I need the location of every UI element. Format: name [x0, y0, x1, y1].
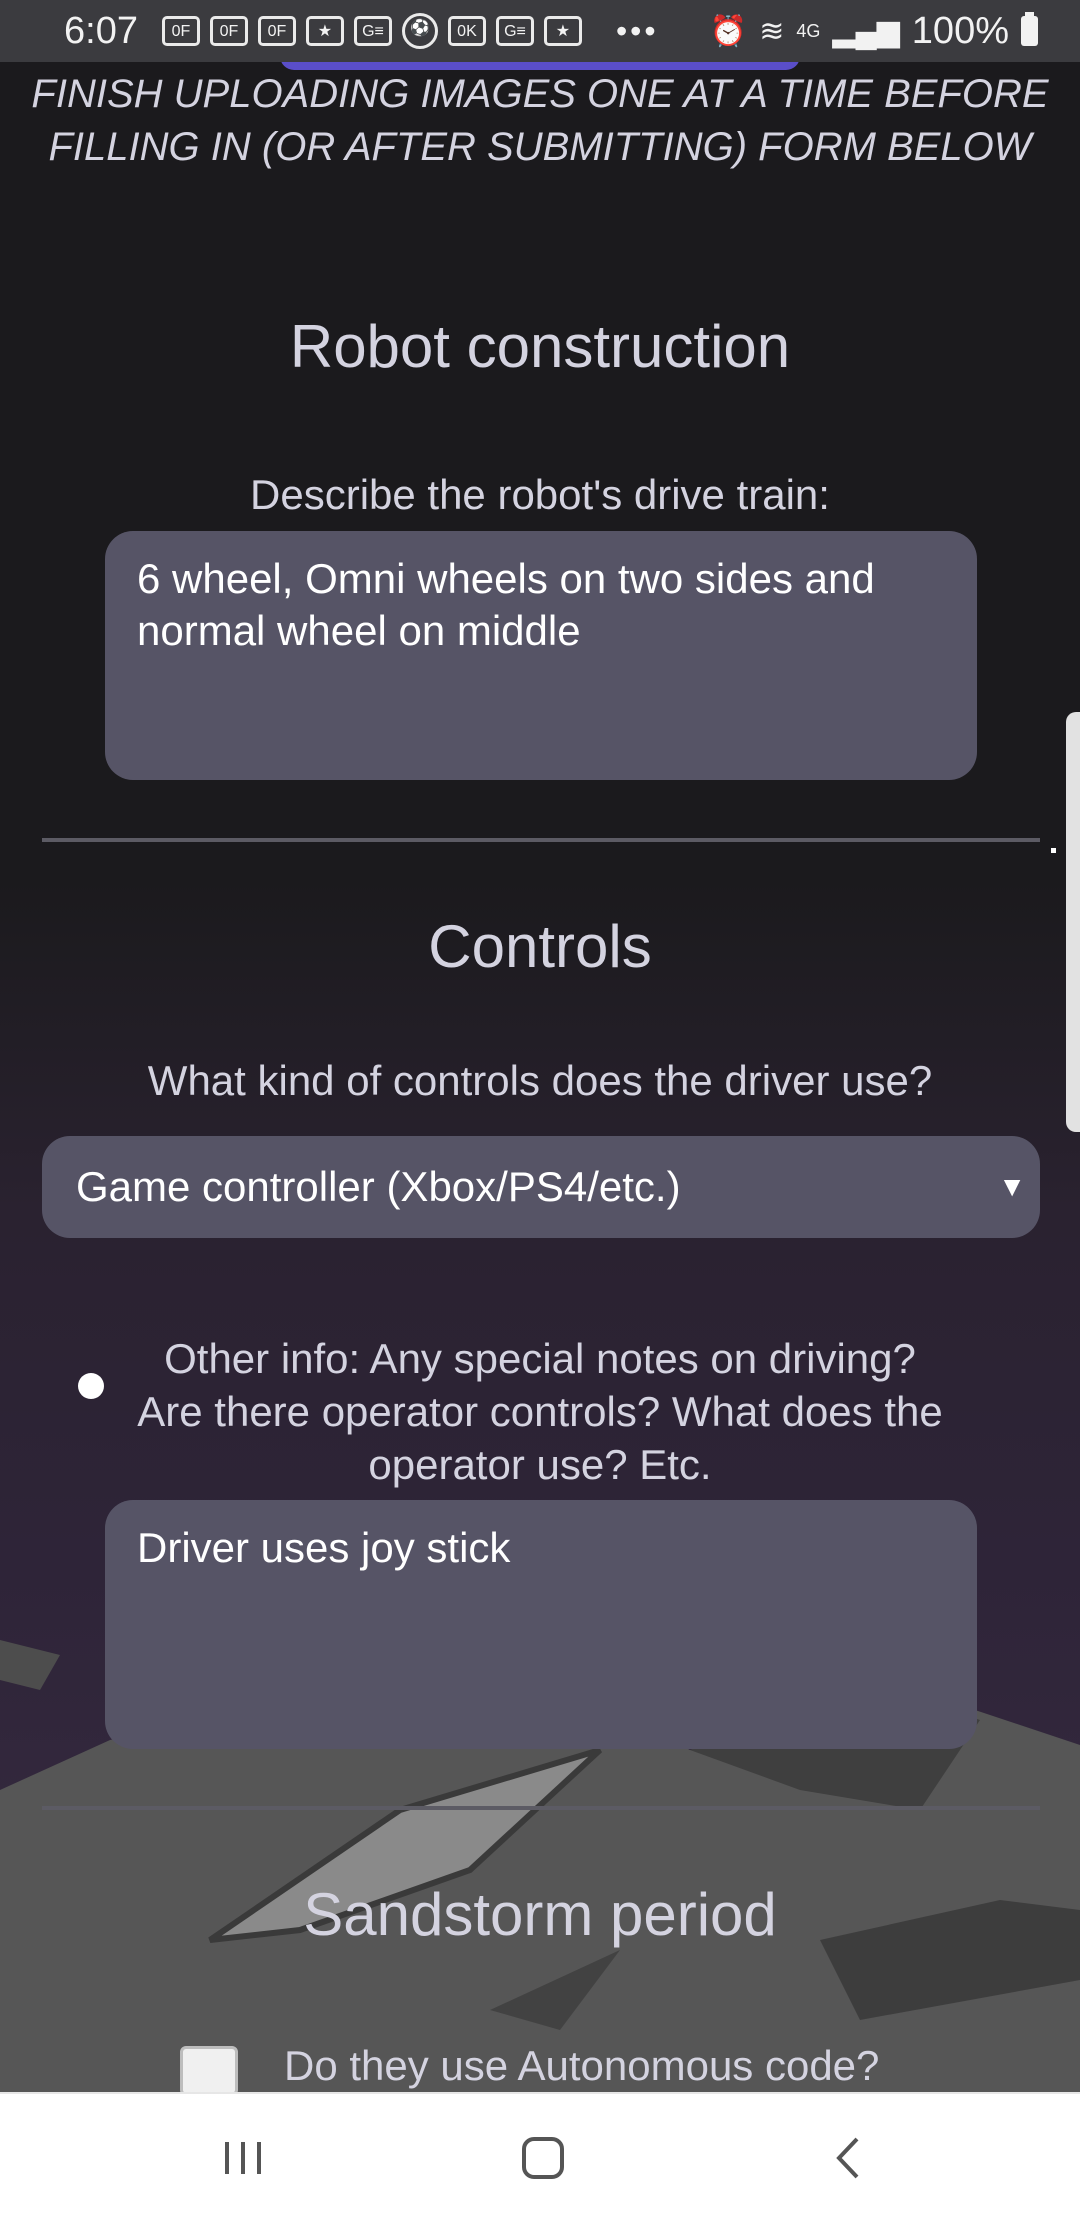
back-icon[interactable]	[808, 2128, 888, 2188]
other-info-textarea[interactable]: Driver uses joy stick	[105, 1500, 977, 1749]
status-time: 6:07	[64, 9, 138, 52]
ge-icon: G≡	[495, 16, 534, 46]
controls-question-label: What kind of controls does the driver us…	[147, 1057, 933, 1104]
more-notifications-icon: •••	[615, 12, 659, 49]
section-divider	[42, 838, 1040, 842]
nfl-icon: ★	[543, 16, 582, 46]
drive-train-textarea[interactable]: 6 wheel, Omni wheels on two sides and no…	[105, 531, 977, 780]
ok-icon: 0K	[447, 16, 486, 46]
network-type: 4G	[796, 20, 821, 41]
section-divider	[42, 1806, 1040, 1810]
of-app-icon: 0F	[257, 16, 296, 46]
of-app-icon: 0F	[161, 16, 200, 46]
controls-select-value: Game controller (Xbox/PS4/etc.)	[76, 1163, 681, 1210]
controls-heading: Controls	[428, 913, 652, 980]
drive-train-label: Describe the robot's drive train:	[250, 471, 830, 518]
navigation-bar	[0, 2092, 1080, 2220]
of-app-icon: 0F	[209, 16, 248, 46]
scrollbar-thumb[interactable]	[1066, 712, 1080, 1132]
status-bar: 6:07 0F 0F 0F ★ G≡ ⚽ 0K G≡ ★ ••• ⏰ ≋ 4G …	[0, 0, 1080, 62]
autonomous-checkbox[interactable]	[180, 2046, 238, 2096]
other-info-label: Other info: Any special notes on driving…	[137, 1335, 943, 1488]
recent-apps-icon[interactable]	[203, 2128, 283, 2188]
sport-ball-icon: ⚽	[401, 13, 438, 49]
autonomous-label: Do they use Autonomous code?	[284, 2042, 880, 2089]
notification-icons: 0F 0F 0F ★ G≡ ⚽ 0K G≡ ★	[161, 13, 582, 49]
upload-notice: FINISH UPLOADING IMAGES ONE AT A TIME BE…	[31, 72, 1049, 169]
nfl-icon: ★	[305, 16, 344, 46]
alarm-icon: ⏰	[709, 14, 748, 48]
controls-select[interactable]: Game controller (Xbox/PS4/etc.) ▼	[42, 1136, 1040, 1238]
ge-icon: G≡	[353, 16, 392, 46]
dropdown-arrow-icon: ▼	[998, 1171, 1026, 1202]
edge-indicator	[1051, 848, 1056, 853]
bullet-icon	[78, 1373, 104, 1399]
home-icon[interactable]	[503, 2128, 583, 2188]
robot-construction-heading: Robot construction	[289, 313, 791, 380]
signal-icon: ▂▄▆	[832, 14, 900, 48]
wifi-icon: ≋	[759, 14, 785, 48]
battery-percent: 100%	[911, 9, 1009, 52]
status-right: ⏰ ≋ 4G ▂▄▆ 100%	[710, 10, 1038, 53]
battery-icon	[1021, 12, 1038, 46]
sandstorm-heading: Sandstorm period	[303, 1881, 777, 1948]
